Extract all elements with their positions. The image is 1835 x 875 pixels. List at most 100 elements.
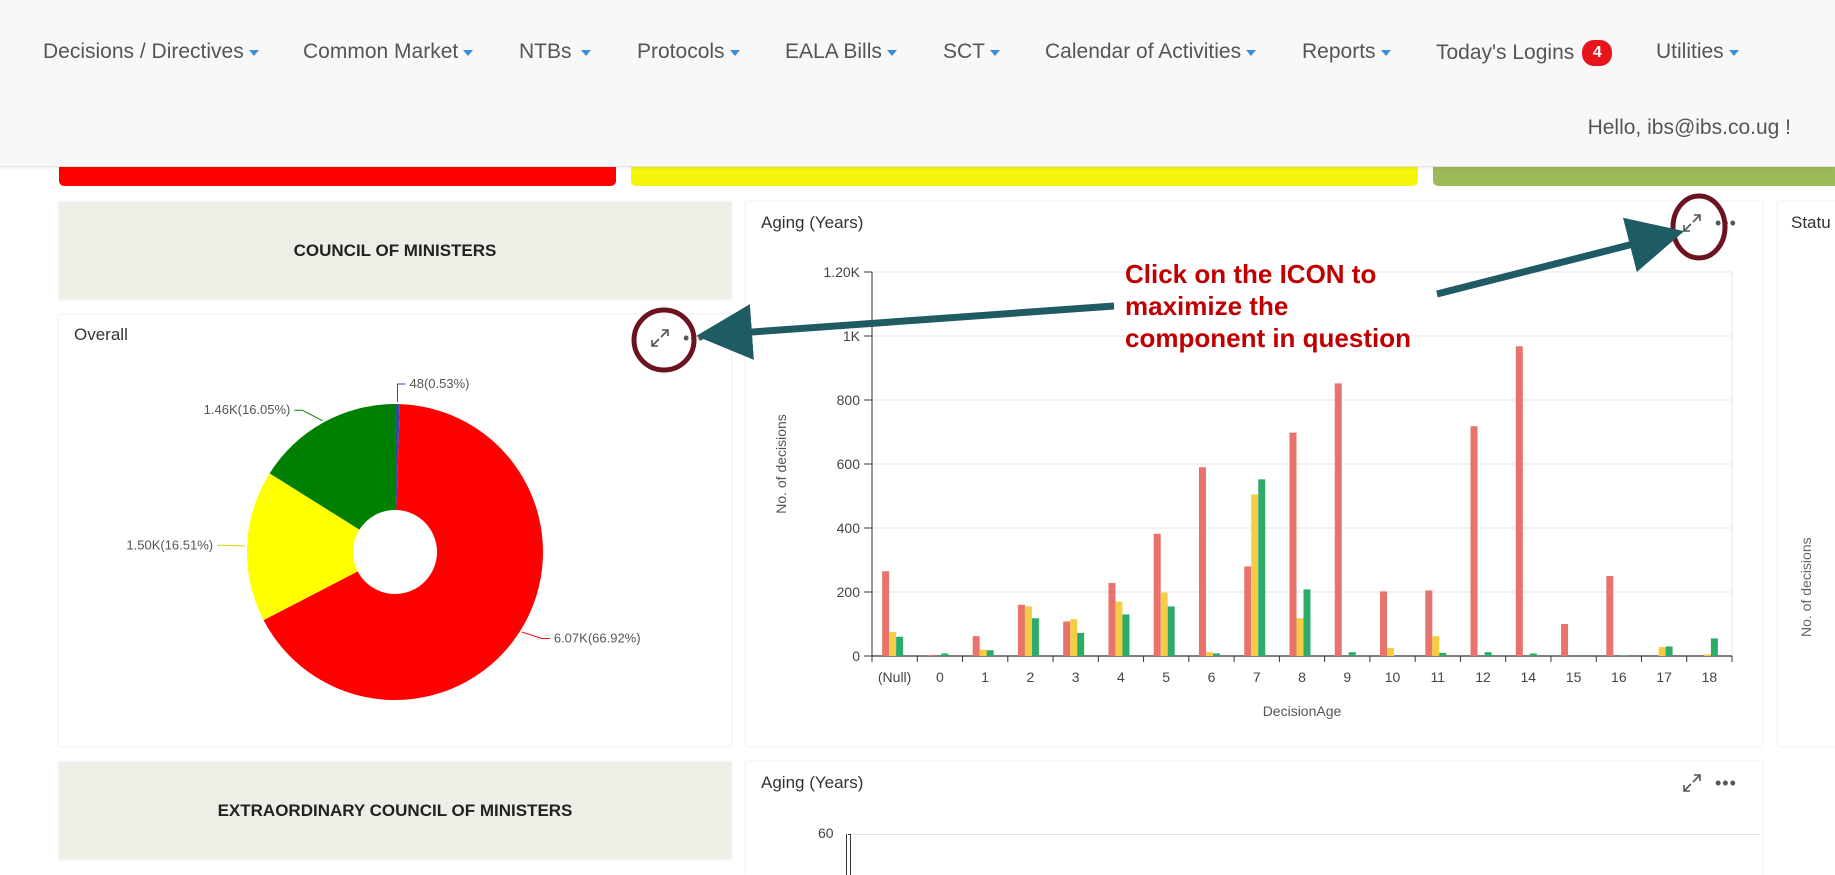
callout-text: Click on the ICON to maximize the compon… xyxy=(1125,258,1455,354)
bar[interactable] xyxy=(1303,589,1311,656)
bar[interactable] xyxy=(1620,655,1628,656)
x-tick-label: 4 xyxy=(1117,669,1125,685)
bar[interactable] xyxy=(1205,652,1213,656)
nav-label: Common Market xyxy=(303,40,459,63)
caret-down-icon xyxy=(990,50,1000,56)
callout-line: component in question xyxy=(1125,323,1411,353)
bar[interactable] xyxy=(1665,646,1673,656)
nav-eala-bills[interactable]: EALA Bills xyxy=(785,40,897,64)
bar[interactable] xyxy=(972,636,980,656)
y-axis-title: No. of decisions xyxy=(773,414,789,514)
status-chart-panel: Statu No. of decisions xyxy=(1778,202,1835,746)
bar[interactable] xyxy=(1710,638,1718,656)
more-icon[interactable]: ••• xyxy=(1715,214,1737,232)
slice-data-label: 48(0.53%) xyxy=(409,376,469,391)
bar[interactable] xyxy=(1122,614,1130,656)
bar[interactable] xyxy=(941,653,949,656)
y-tick-label: 600 xyxy=(837,456,861,472)
nav-utilities[interactable]: Utilities xyxy=(1656,40,1739,64)
nav-label: EALA Bills xyxy=(785,40,882,63)
x-tick-label: 0 xyxy=(936,669,944,685)
x-tick-label: 3 xyxy=(1072,669,1080,685)
aging-panel-2-tools: ••• xyxy=(1681,772,1737,794)
bar[interactable] xyxy=(882,571,890,656)
caret-down-icon xyxy=(1246,50,1257,56)
nav-todays-logins[interactable]: Today's Logins 4 xyxy=(1436,40,1613,66)
bar[interactable] xyxy=(986,650,994,656)
bar[interactable] xyxy=(1658,647,1666,656)
x-tick-label: 16 xyxy=(1611,669,1627,685)
bar[interactable] xyxy=(1296,618,1304,656)
nav-calendar-of-activities[interactable]: Calendar of Activities xyxy=(1045,40,1257,64)
slice-data-label: 1.50K(16.51%) xyxy=(126,537,213,552)
bar[interactable] xyxy=(1212,653,1220,656)
y-tick-label: 0 xyxy=(852,648,860,664)
more-icon[interactable]: ••• xyxy=(1715,774,1737,792)
bar[interactable] xyxy=(1251,494,1259,656)
bar[interactable] xyxy=(1334,383,1342,656)
slice-data-label: 6.07K(66.92%) xyxy=(554,630,641,645)
x-tick-label: 1 xyxy=(981,669,989,685)
bar[interactable] xyxy=(1561,624,1569,656)
bar[interactable] xyxy=(1348,652,1356,656)
bar[interactable] xyxy=(1077,632,1085,656)
bar[interactable] xyxy=(1108,583,1116,656)
y-tick-label: 1.20K xyxy=(823,264,860,280)
label-leader-line xyxy=(294,409,323,422)
x-tick-label: 7 xyxy=(1253,669,1261,685)
bar[interactable] xyxy=(1258,479,1266,656)
section-title: COUNCIL OF MINISTERS xyxy=(293,240,497,260)
nav-label: Calendar of Activities xyxy=(1045,40,1242,63)
bar[interactable] xyxy=(1387,648,1395,656)
bar[interactable] xyxy=(1529,653,1537,656)
grid-line xyxy=(850,834,1760,835)
x-tick-label: (Null) xyxy=(878,669,911,685)
expand-icon[interactable] xyxy=(1681,212,1703,234)
bar[interactable] xyxy=(1515,346,1523,656)
bar[interactable] xyxy=(1703,654,1711,656)
y-axis-line xyxy=(850,834,851,875)
bar[interactable] xyxy=(1153,533,1161,656)
more-icon[interactable]: ••• xyxy=(683,329,705,347)
bar[interactable] xyxy=(1439,652,1447,656)
bar[interactable] xyxy=(1198,467,1206,656)
bar[interactable] xyxy=(1470,426,1478,656)
bar[interactable] xyxy=(1070,619,1078,656)
bar[interactable] xyxy=(889,632,897,656)
bar[interactable] xyxy=(1606,576,1614,656)
x-tick-label: 2 xyxy=(1027,669,1035,685)
nav-ntbs[interactable]: NTBs xyxy=(519,40,591,64)
user-greeting[interactable]: Hello, ibs@ibs.co.ug ! xyxy=(1588,116,1791,140)
panel-title: Statu xyxy=(1791,213,1831,232)
bar[interactable] xyxy=(1115,601,1123,656)
bar[interactable] xyxy=(979,649,987,656)
bar[interactable] xyxy=(1167,606,1175,656)
expand-icon[interactable] xyxy=(1681,772,1703,794)
bar[interactable] xyxy=(1425,590,1433,656)
bar[interactable] xyxy=(1289,432,1297,656)
x-tick-label: 6 xyxy=(1208,669,1216,685)
nav-sct[interactable]: SCT xyxy=(943,40,1000,64)
bar[interactable] xyxy=(896,636,904,656)
bar[interactable] xyxy=(1380,591,1388,656)
bar[interactable] xyxy=(1063,621,1071,656)
bar[interactable] xyxy=(1031,618,1039,656)
status-stripe-red xyxy=(59,166,616,186)
bar[interactable] xyxy=(1432,636,1440,656)
bar[interactable] xyxy=(1244,566,1252,656)
bar[interactable] xyxy=(1484,652,1492,656)
nav-protocols[interactable]: Protocols xyxy=(637,40,740,64)
bar[interactable] xyxy=(1160,592,1168,656)
bar[interactable] xyxy=(927,655,935,656)
bar[interactable] xyxy=(1024,606,1032,656)
nav-label: NTBs xyxy=(519,40,572,63)
x-tick-label: 12 xyxy=(1475,669,1491,685)
y-axis-line-2 xyxy=(846,834,847,875)
expand-icon[interactable] xyxy=(649,327,671,349)
y-tick-label: 60 xyxy=(818,825,834,841)
bar[interactable] xyxy=(1017,604,1025,656)
nav-reports[interactable]: Reports xyxy=(1302,40,1391,64)
nav-decisions-directives[interactable]: Decisions / Directives xyxy=(43,40,259,64)
x-tick-label: 10 xyxy=(1385,669,1401,685)
nav-common-market[interactable]: Common Market xyxy=(303,40,474,64)
